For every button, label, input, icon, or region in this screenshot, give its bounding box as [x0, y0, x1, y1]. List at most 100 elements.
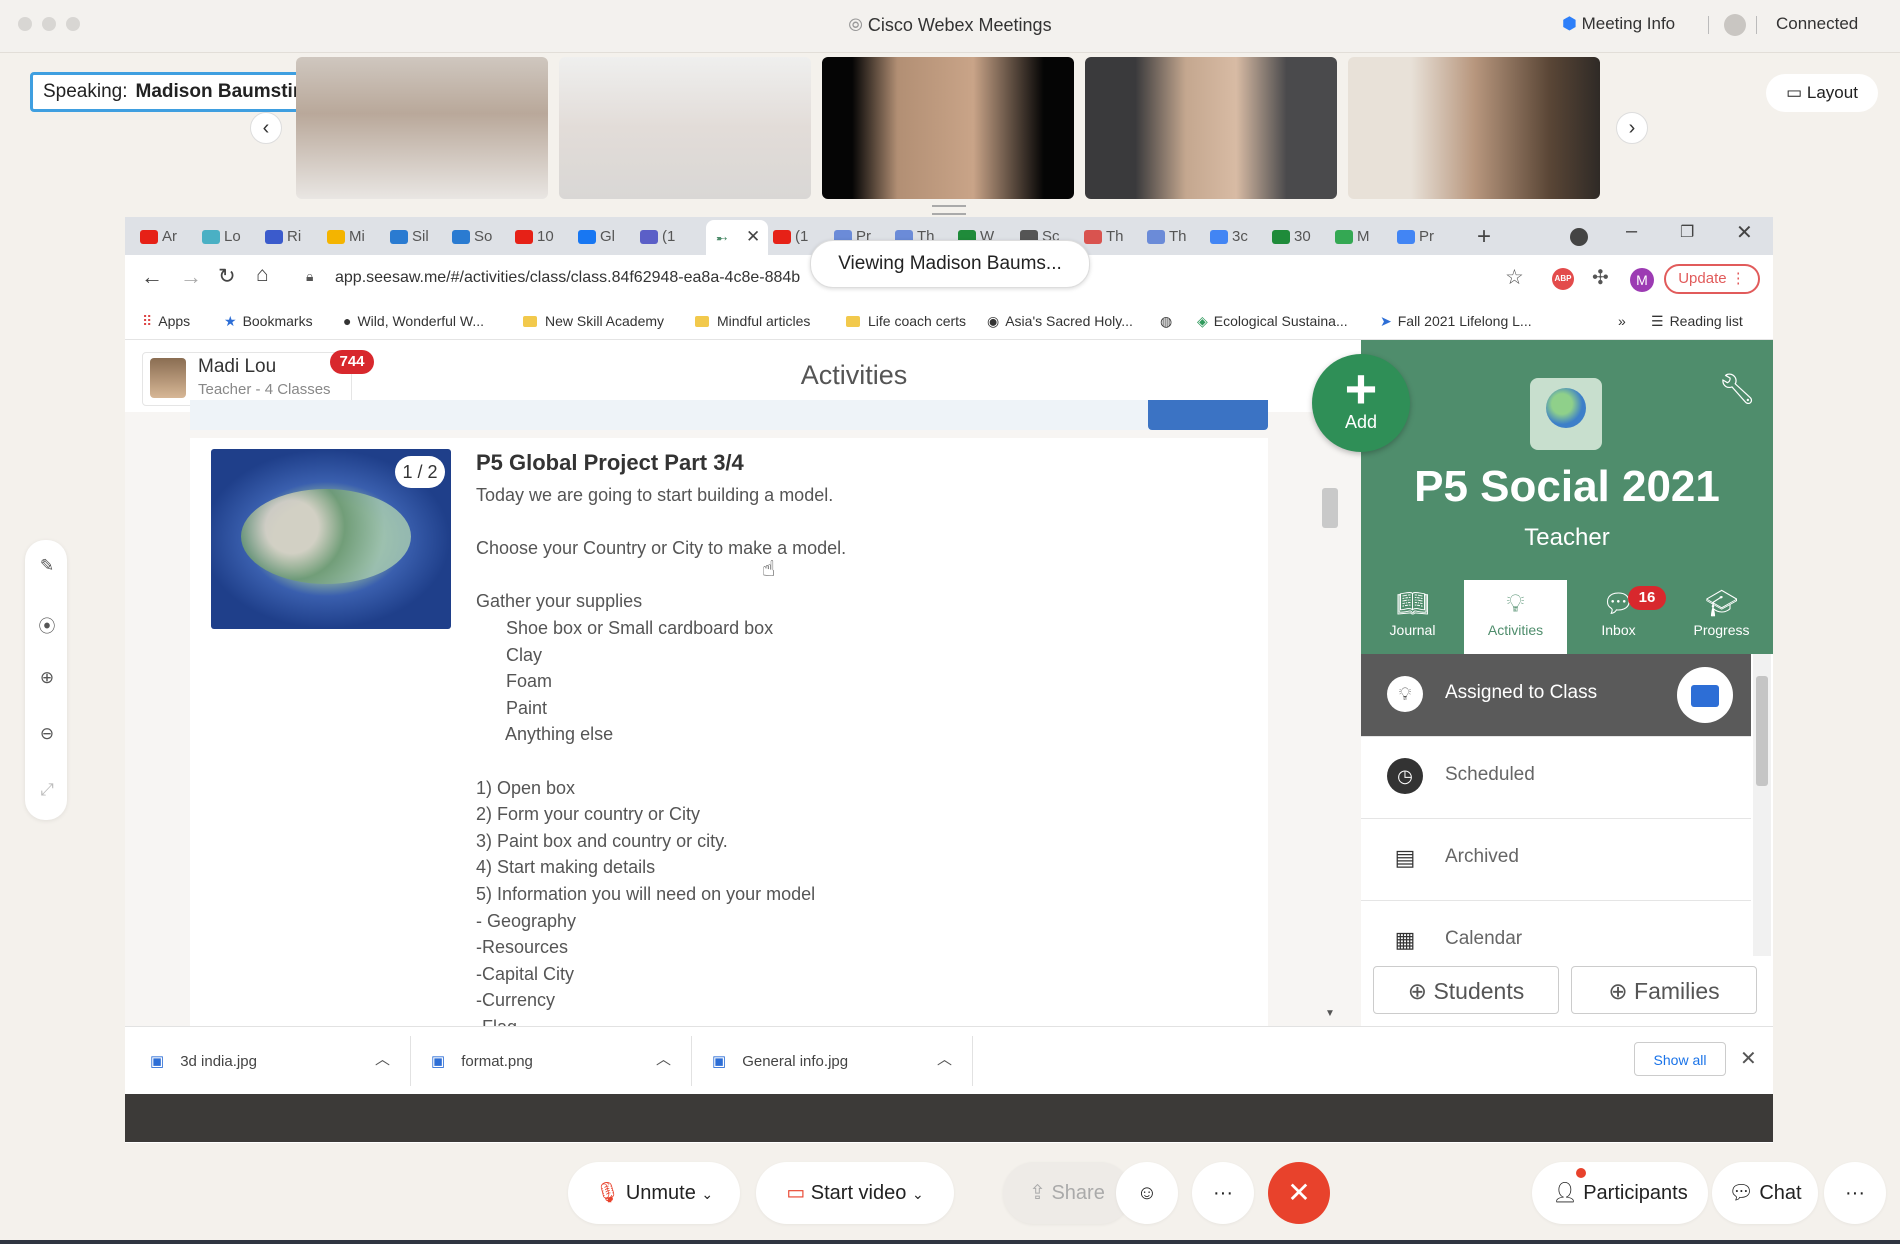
participant-video[interactable] — [1348, 57, 1600, 199]
folder-list-scroll-thumb[interactable] — [1756, 676, 1768, 786]
reload-icon[interactable]: ↻ — [218, 264, 236, 289]
add-families-button[interactable]: ⊕ Families — [1571, 966, 1757, 1014]
bookmark-item[interactable]: ➤ Fall 2021 Lifelong L... — [1380, 313, 1532, 330]
previous-participants-button[interactable]: ‹ — [250, 112, 282, 144]
bookmark-item[interactable]: ● Wild, Wonderful W... — [343, 313, 484, 329]
add-button[interactable]: + Add — [1312, 354, 1410, 452]
close-tab-icon[interactable]: ✕ — [746, 227, 760, 247]
bookmark-item[interactable]: ⠿ Apps — [142, 313, 190, 330]
url-field[interactable]: app.seesaw.me/#/activities/class/class.8… — [335, 269, 800, 287]
tab-journal[interactable]: 📖︎ Journal — [1361, 580, 1464, 654]
home-icon[interactable]: ⌂ — [256, 263, 269, 287]
folder-scheduled[interactable]: ◷ Scheduled — [1361, 736, 1751, 819]
zoom-in-icon[interactable]: ⊕ — [35, 668, 59, 688]
wrench-icon[interactable]: 🔧︎ — [1718, 372, 1756, 407]
extensions-puzzle-icon[interactable]: ✣ — [1592, 265, 1609, 290]
browser-tab[interactable]: 30 — [1272, 222, 1311, 252]
start-video-button[interactable]: ▭ Start video ⌄ — [756, 1162, 954, 1224]
review-button[interactable] — [1148, 400, 1268, 430]
browser-tab[interactable]: Th — [1084, 222, 1124, 252]
restore-browser-button[interactable]: ❐ — [1680, 222, 1694, 242]
meeting-info-button[interactable]: ⬢ Meeting Info — [1562, 14, 1675, 34]
browser-tab[interactable]: Ar — [140, 222, 177, 252]
browser-tab[interactable]: 3c — [1210, 222, 1248, 252]
layout-button[interactable]: ▭ Layout — [1766, 74, 1878, 112]
tab-activities[interactable]: 💡︎ Activities — [1464, 580, 1567, 654]
download-item[interactable]: ▣ General info.jpg — [712, 1052, 848, 1070]
browser-tab[interactable]: Lo — [202, 222, 241, 252]
back-icon[interactable]: ← — [141, 264, 163, 290]
browser-tab[interactable]: (1 — [640, 222, 675, 252]
bookmark-item[interactable]: ★ Bookmarks — [224, 313, 313, 330]
bookmark-item[interactable]: ◉ Asia's Sacred Holy... — [987, 313, 1133, 330]
more-options-button[interactable]: ··· — [1192, 1162, 1254, 1224]
folder-calendar[interactable]: ▦ Calendar — [1361, 900, 1751, 956]
participants-button[interactable]: 👤︎ Participants — [1532, 1162, 1708, 1224]
profile-avatar[interactable]: M — [1630, 268, 1654, 292]
bookmark-item[interactable]: New Skill Academy — [523, 313, 664, 329]
add-students-button[interactable]: ⊕ Students — [1373, 966, 1559, 1014]
bookmarks-overflow-button[interactable]: » — [1618, 313, 1626, 329]
chevron-down-icon[interactable]: ⌄ — [701, 1186, 713, 1202]
close-browser-button[interactable]: ✕ — [1736, 220, 1753, 245]
feed-scrollbar[interactable] — [1322, 488, 1338, 528]
notification-badge[interactable]: 744 — [330, 350, 374, 374]
participant-video[interactable] — [559, 57, 811, 199]
chevron-down-icon[interactable]: ⌄ — [912, 1186, 924, 1202]
browser-tab[interactable]: M — [1335, 222, 1370, 252]
tab-search-button[interactable] — [1570, 228, 1588, 246]
reactions-button[interactable]: ☺ — [1116, 1162, 1178, 1224]
folder-archived[interactable]: ▤ Archived — [1361, 818, 1751, 901]
download-item[interactable]: ▣ 3d india.jpg — [150, 1052, 257, 1070]
show-all-downloads-button[interactable]: Show all — [1634, 1042, 1726, 1076]
close-icon[interactable]: ✕ — [1740, 1046, 1757, 1071]
more-panels-button[interactable]: ··· — [1824, 1162, 1886, 1224]
avatar[interactable] — [150, 358, 186, 398]
browser-tab[interactable]: Ri — [265, 222, 301, 252]
zoom-out-icon[interactable]: ⊖ — [35, 724, 59, 744]
instruction-line — [476, 748, 846, 775]
forward-icon[interactable]: → — [180, 264, 202, 290]
chevron-up-icon[interactable]: ︿ — [656, 1048, 671, 1069]
instruction-line: Foam — [476, 671, 553, 692]
browser-tab[interactable]: 10 — [515, 222, 554, 252]
pointer-icon[interactable]: ⦿ — [35, 612, 59, 637]
browser-tab-active[interactable]: ➸ ✕ — [706, 220, 768, 255]
chevron-up-icon[interactable]: ︿ — [375, 1048, 390, 1069]
next-participants-button[interactable]: › — [1616, 112, 1648, 144]
browser-tab[interactable]: Gl — [578, 222, 615, 252]
chat-button[interactable]: 💬︎ Chat — [1712, 1162, 1818, 1224]
fit-to-window-icon[interactable]: ⤢ — [35, 780, 59, 800]
browser-tab[interactable]: Th — [1147, 222, 1187, 252]
browser-tab[interactable]: Sil — [390, 222, 429, 252]
minimize-browser-button[interactable]: – — [1626, 220, 1637, 243]
bookmark-star-icon[interactable]: ☆ — [1505, 265, 1524, 290]
participant-video[interactable] — [296, 57, 548, 199]
update-browser-button[interactable]: Update ⋮ — [1664, 264, 1760, 294]
browser-tab[interactable]: So — [452, 222, 492, 252]
tab-progress[interactable]: 🎓︎ Progress — [1670, 580, 1773, 654]
browser-tab[interactable]: Pr — [1397, 222, 1434, 252]
bookmark-item[interactable]: Life coach certs — [846, 313, 966, 329]
participant-video[interactable] — [822, 57, 1074, 199]
share-button[interactable]: ⇪ Share — [1003, 1162, 1131, 1224]
download-item[interactable]: ▣ format.png — [431, 1052, 533, 1070]
bookmark-item[interactable]: Mindful articles — [695, 313, 810, 329]
new-tab-button[interactable]: + — [1477, 223, 1491, 251]
adblock-extension-icon[interactable]: ABP — [1552, 268, 1574, 290]
bookmark-item[interactable]: ◈ Ecological Sustaina... — [1197, 313, 1348, 330]
unmute-button[interactable]: 🎙︎ Unmute ⌄ — [568, 1162, 740, 1224]
annotate-pen-icon[interactable]: ✎ — [35, 556, 59, 576]
browser-tab[interactable]: Mi — [327, 222, 365, 252]
lock-icon[interactable]: 🔒︎ — [306, 268, 313, 285]
chevron-up-icon[interactable]: ︿ — [937, 1048, 952, 1069]
manage-folders-button[interactable] — [1677, 667, 1733, 723]
browser-tab[interactable]: (1 — [773, 222, 808, 252]
bookmark-item[interactable]: ◍ — [1160, 313, 1172, 330]
participant-video[interactable] — [1085, 57, 1337, 199]
class-name[interactable]: P5 Social 2021 — [1361, 462, 1773, 512]
scroll-down-arrow-icon[interactable]: ▼ — [1325, 1008, 1335, 1019]
reading-list-button[interactable]: ☰ Reading list — [1651, 313, 1743, 330]
resize-handle[interactable] — [932, 205, 966, 215]
leave-meeting-button[interactable]: ✕ — [1268, 1162, 1330, 1224]
